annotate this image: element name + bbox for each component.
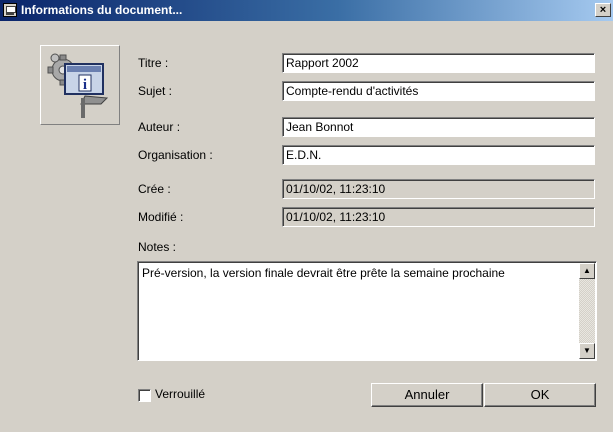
flag-icon <box>80 95 109 118</box>
close-button[interactable]: × <box>595 3 611 17</box>
auteur-field[interactable]: Jean Bonnot <box>282 117 595 137</box>
info-card-icon: i <box>64 63 104 95</box>
organisation-label: Organisation : <box>138 148 213 162</box>
lock-checkbox-label[interactable]: Verrouillé <box>155 387 205 401</box>
notes-text[interactable]: Pré-version, la version finale devrait ê… <box>142 266 574 280</box>
ok-button[interactable]: OK <box>484 383 596 407</box>
document-info-graphic: i <box>47 53 109 118</box>
cancel-button[interactable]: Annuler <box>371 383 483 407</box>
scroll-up-arrow-icon[interactable]: ▲ <box>579 263 595 279</box>
notes-scrollbar[interactable]: ▲ ▼ <box>579 263 595 359</box>
svg-text:i: i <box>83 77 87 93</box>
cree-field: 01/10/02, 11:23:10 <box>282 179 595 199</box>
modifie-field: 01/10/02, 11:23:10 <box>282 207 595 227</box>
auteur-label: Auteur : <box>138 120 181 134</box>
sujet-field[interactable]: Compte-rendu d'activités <box>282 81 595 101</box>
title-bar: Informations du document... × <box>0 0 613 21</box>
notes-textarea[interactable]: Pré-version, la version finale devrait ê… <box>137 261 597 361</box>
cree-label: Crée : <box>138 182 171 196</box>
notes-label: Notes : <box>138 240 177 254</box>
titre-label: Titre : <box>138 56 169 70</box>
modifie-label: Modifié : <box>138 210 184 224</box>
lock-checkbox[interactable] <box>138 389 151 402</box>
window-title: Informations du document... <box>21 3 183 17</box>
scroll-down-arrow-icon[interactable]: ▼ <box>579 343 595 359</box>
sujet-label: Sujet : <box>138 84 173 98</box>
organisation-field[interactable]: E.D.N. <box>282 145 595 165</box>
document-info-icon: i <box>40 45 120 125</box>
titre-field[interactable]: Rapport 2002 <box>282 53 595 73</box>
window-document-icon[interactable] <box>3 3 17 17</box>
